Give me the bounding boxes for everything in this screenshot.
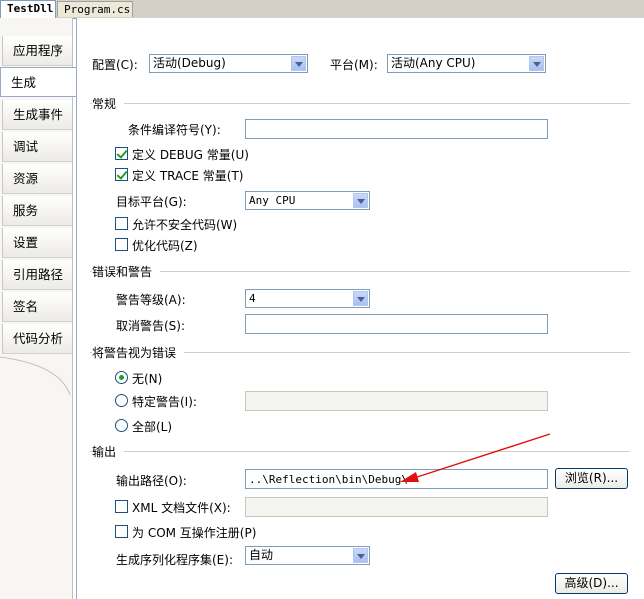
config-label: 配置(C): (92, 58, 138, 72)
debug-constant-checkbox[interactable] (115, 147, 128, 160)
side-tab-build[interactable]: 生成 (0, 67, 76, 97)
warning-level-value: 4 (249, 292, 256, 305)
side-tab-curve (0, 356, 71, 395)
trace-constant-label: 定义 TRACE 常量(T) (132, 169, 244, 183)
treat-none-label: 无(N) (132, 372, 163, 386)
output-path-label: 输出路径(O): (116, 474, 187, 488)
conditional-symbols-label: 条件编译符号(Y): (128, 123, 221, 137)
xml-doc-checkbox[interactable] (115, 500, 128, 513)
treat-specific-label: 特定警告(I): (132, 395, 197, 409)
config-combo[interactable]: 活动(Debug) (149, 54, 308, 73)
xml-doc-path-input (245, 497, 548, 517)
optimize-code-checkbox[interactable] (115, 238, 128, 251)
optimize-code-label: 优化代码(Z) (132, 239, 198, 253)
section-title-errors: 错误和警告 (92, 263, 161, 280)
tab-testdll[interactable]: TestDll (0, 0, 56, 18)
xml-doc-label: XML 文档文件(X): (132, 501, 231, 515)
side-tab-services[interactable]: 服务 (2, 196, 72, 226)
conditional-symbols-input[interactable] (245, 119, 548, 139)
side-tab-settings[interactable]: 设置 (2, 228, 72, 258)
serialization-label: 生成序列化程序集(E): (116, 553, 233, 567)
advanced-button[interactable]: 高级(D)... (555, 573, 628, 594)
com-interop-label: 为 COM 互操作注册(P) (132, 526, 257, 540)
specific-warnings-input (245, 391, 548, 411)
section-title-treat-warnings: 将警告视为错误 (92, 344, 185, 361)
side-tab-debug[interactable]: 调试 (2, 132, 72, 162)
browse-button[interactable]: 浏览(R)... (555, 468, 628, 489)
side-tab-signing[interactable]: 签名 (2, 292, 72, 322)
section-title-general: 常规 (92, 95, 125, 112)
serialization-value: 自动 (249, 548, 274, 562)
serialization-combo[interactable]: 自动 (245, 546, 370, 565)
treat-all-label: 全部(L) (132, 420, 173, 434)
tab-program-cs[interactable]: Program.cs (57, 1, 133, 17)
side-tab-application[interactable]: 应用程序 (2, 36, 72, 66)
allow-unsafe-checkbox[interactable] (115, 217, 128, 230)
chevron-down-icon[interactable] (353, 291, 368, 306)
target-platform-label: 目标平台(G): (116, 195, 187, 209)
platform-combo[interactable]: 活动(Any CPU) (387, 54, 546, 73)
platform-value: 活动(Any CPU) (391, 56, 476, 70)
section-title-output: 输出 (92, 443, 125, 460)
target-platform-value: Any CPU (249, 194, 296, 207)
chevron-down-icon[interactable] (529, 56, 544, 71)
chevron-down-icon[interactable] (291, 56, 306, 71)
com-interop-checkbox[interactable] (115, 525, 128, 538)
section-divider (90, 103, 630, 104)
warning-level-combo[interactable]: 4 (245, 289, 370, 308)
chevron-down-icon[interactable] (353, 548, 368, 563)
annotation-arrow-icon (400, 433, 551, 482)
config-value: 活动(Debug) (153, 56, 226, 70)
platform-label: 平台(M): (330, 58, 378, 72)
treat-none-radio[interactable] (115, 371, 128, 384)
section-divider (90, 271, 630, 272)
treat-all-radio[interactable] (115, 419, 128, 432)
chevron-down-icon[interactable] (353, 193, 368, 208)
warning-level-label: 警告等级(A): (116, 293, 186, 307)
trace-constant-checkbox[interactable] (115, 168, 128, 181)
treat-specific-radio[interactable] (115, 394, 128, 407)
target-platform-combo[interactable]: Any CPU (245, 191, 370, 210)
allow-unsafe-label: 允许不安全代码(W) (132, 218, 238, 232)
side-tab-build-events[interactable]: 生成事件 (2, 100, 72, 130)
suppress-warnings-input[interactable] (245, 314, 548, 334)
suppress-warnings-label: 取消警告(S): (116, 319, 186, 333)
side-tab-resources[interactable]: 资源 (2, 164, 72, 194)
debug-constant-label: 定义 DEBUG 常量(U) (132, 148, 249, 162)
side-tab-reference-paths[interactable]: 引用路径 (2, 260, 72, 290)
